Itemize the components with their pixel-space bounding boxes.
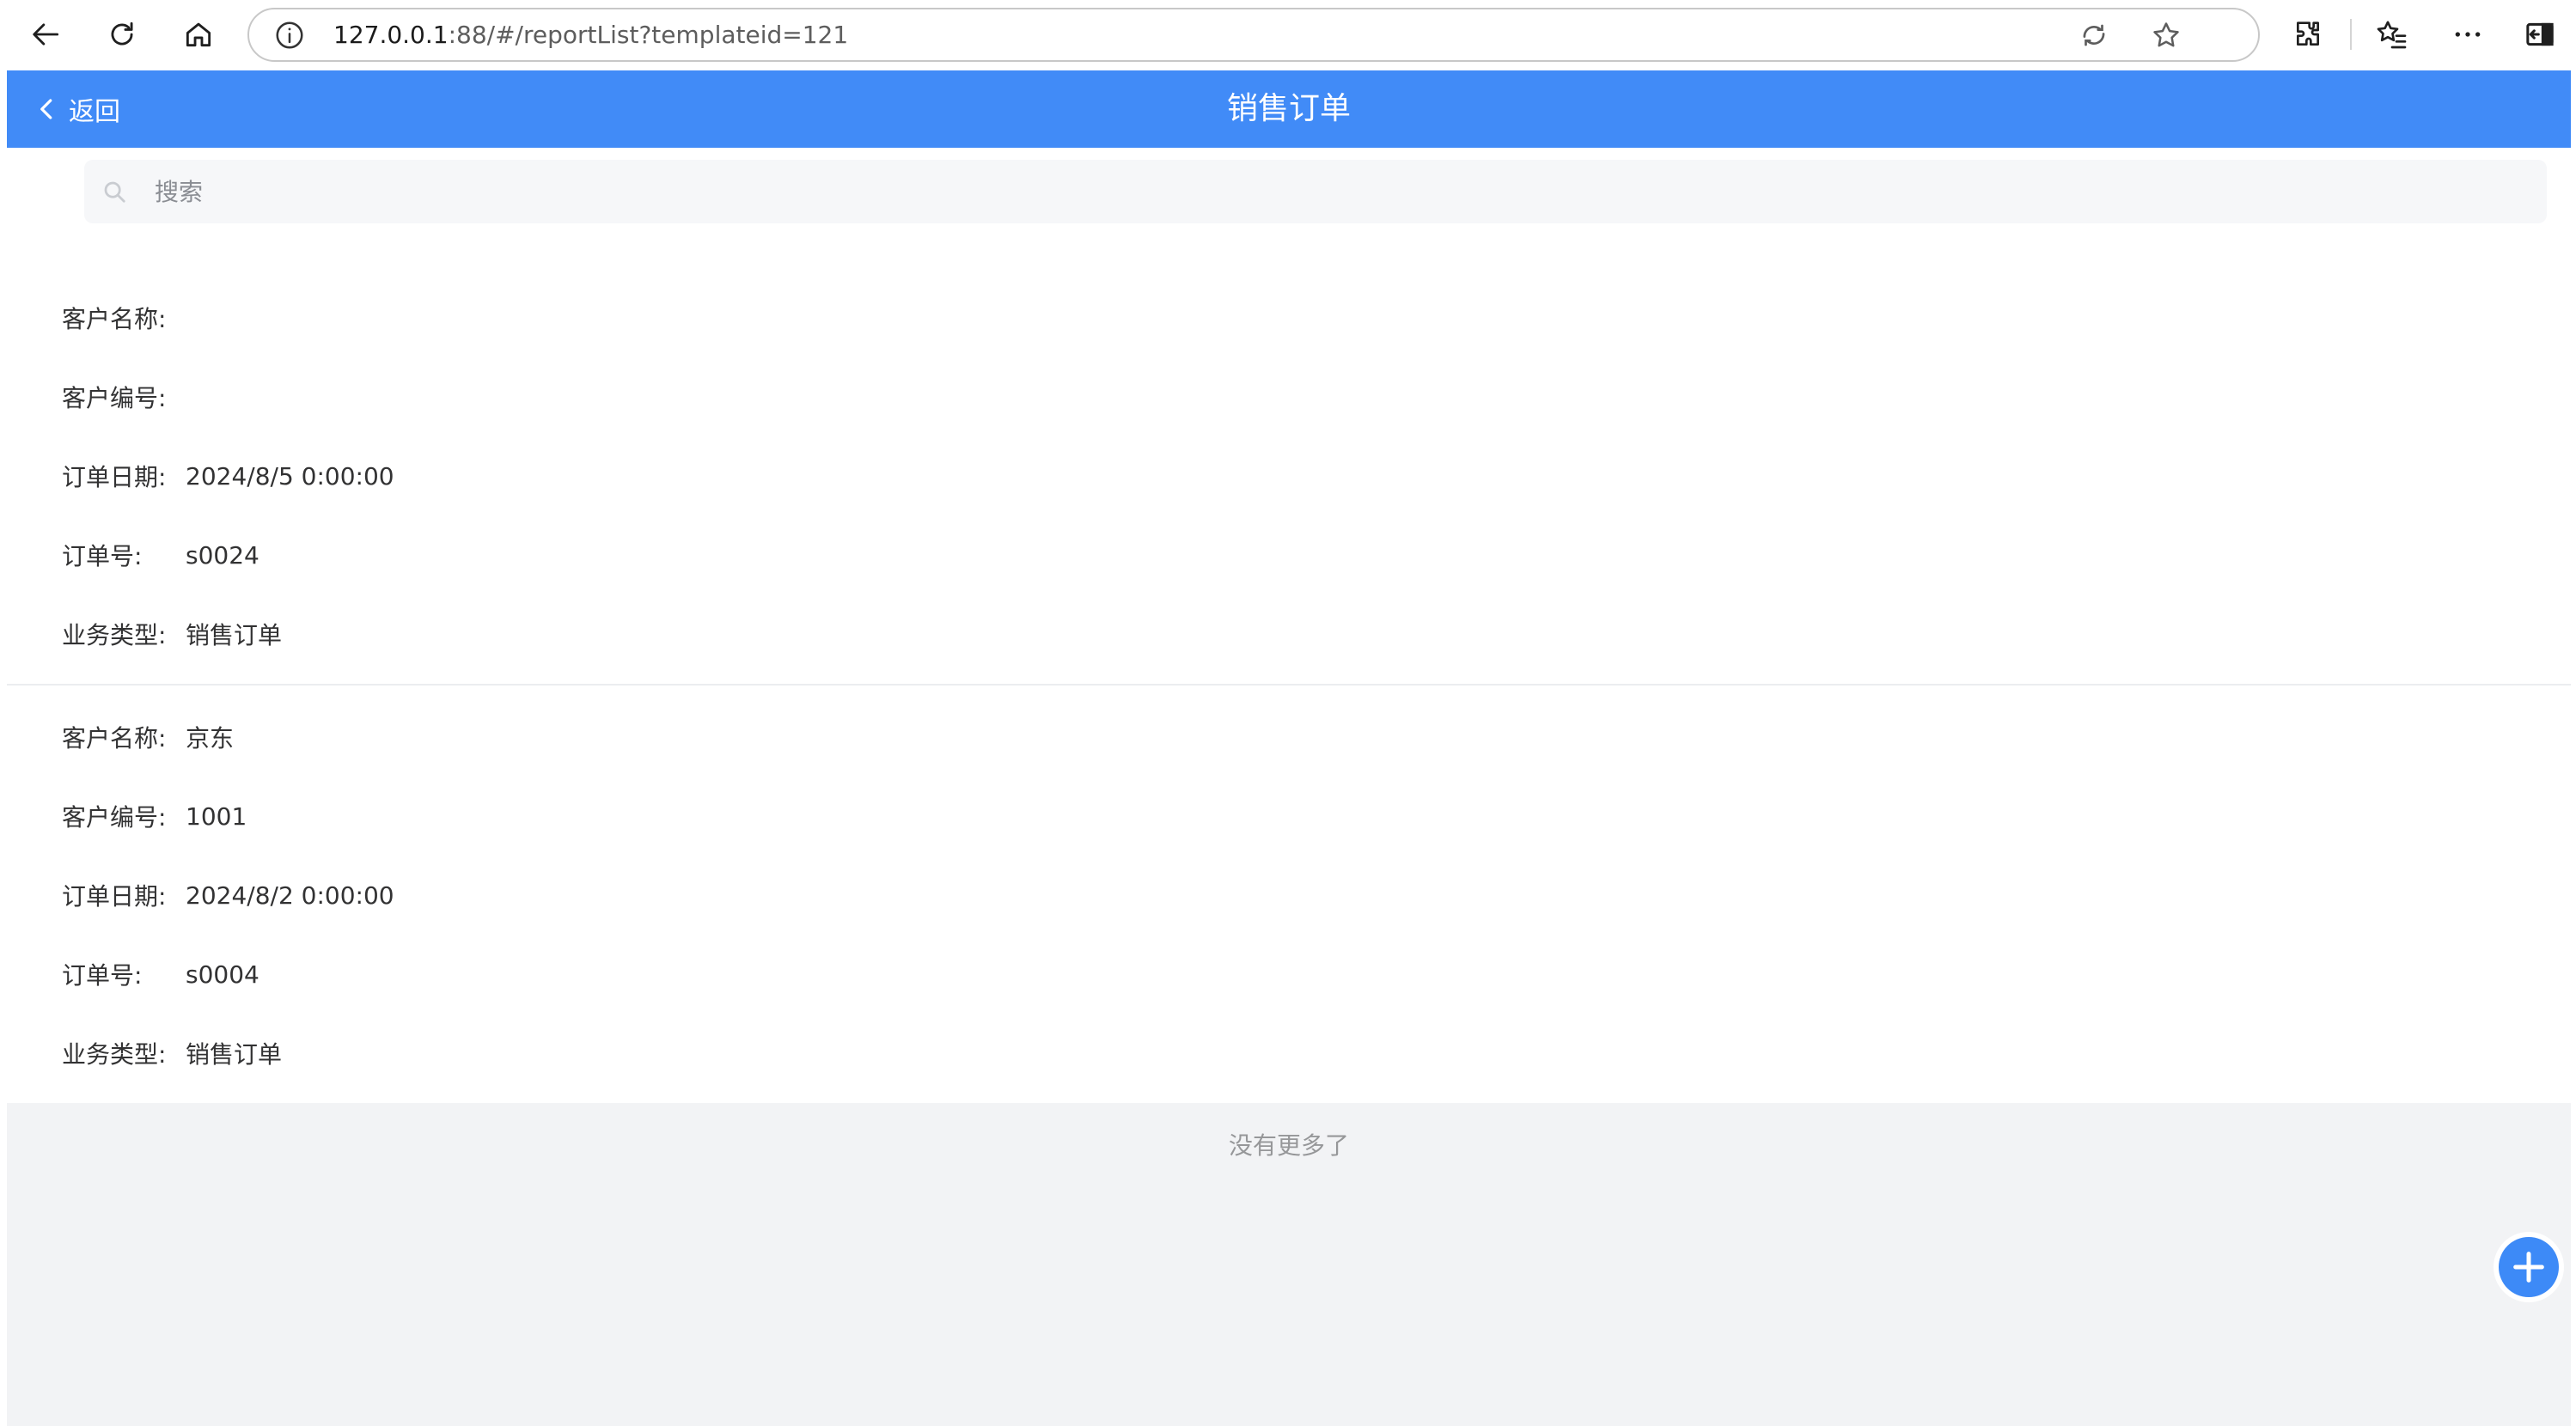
search-icon xyxy=(104,181,125,203)
nav-bar: 返回 销售订单 xyxy=(7,70,2571,148)
field-value: 1001 xyxy=(186,801,247,831)
order-field-row: 客户名称: 京东 xyxy=(7,698,2571,777)
url-text[interactable]: 127.0.0.1:88/#/reportList?templateid=121 xyxy=(333,9,848,60)
order-list: 客户名称: 客户编号: 订单日期: 2024/8/5 0:00:00 订单号: s0024… xyxy=(7,266,2571,1189)
address-bar[interactable]: 127.0.0.1:88/#/reportList?templateid=121 xyxy=(247,8,2260,62)
add-order-button[interactable] xyxy=(2499,1237,2559,1297)
order-field-row: 订单日期: 2024/8/5 0:00:00 xyxy=(7,436,2571,515)
order-card[interactable]: 客户名称: 京东客户编号: 1001 订单日期: 2024/8/2 0:00:00 订单号… xyxy=(7,684,2571,1103)
search-box[interactable] xyxy=(84,160,2547,223)
field-label: 订单日期: xyxy=(62,882,167,911)
order-field-row: 客户名称: xyxy=(7,278,2571,357)
field-label: 订单日期: xyxy=(62,463,167,491)
sidebar-toggle-icon[interactable] xyxy=(2523,17,2557,52)
order-field-row: 客户编号: xyxy=(7,357,2571,436)
field-value: 销售订单 xyxy=(186,1040,283,1069)
plus-icon xyxy=(2513,1252,2544,1283)
home-icon[interactable] xyxy=(174,10,223,58)
order-field-row: 业务类型: 销售订单 xyxy=(7,594,2571,673)
back-arrow-icon[interactable] xyxy=(22,10,70,58)
field-label: 订单号: xyxy=(62,542,143,570)
tracking-prevention-icon[interactable] xyxy=(2078,19,2110,52)
favorites-list-icon[interactable] xyxy=(2375,17,2409,52)
field-value: 京东 xyxy=(186,724,235,753)
field-label: 客户名称: xyxy=(62,305,167,333)
field-label: 业务类型: xyxy=(62,621,167,649)
refresh-icon[interactable] xyxy=(98,10,146,58)
field-value: s0004 xyxy=(186,960,259,989)
order-field-row: 客户编号: 1001 xyxy=(7,777,2571,856)
order-field-row: 订单号: s0024 xyxy=(7,515,2571,594)
field-label: 客户编号: xyxy=(62,384,167,412)
field-label: 客户名称: xyxy=(62,724,167,753)
no-more-indicator: 没有更多了 xyxy=(1228,1131,1349,1160)
browser-toolbar: 127.0.0.1:88/#/reportList?templateid=121 xyxy=(0,0,2576,69)
field-label: 客户编号: xyxy=(62,803,167,832)
app-page: 返回 销售订单 客户名称:客户编号:订单日期:2024/8/5 0:00:00订… xyxy=(7,70,2571,1426)
favorite-star-icon[interactable] xyxy=(2150,19,2182,52)
toolbar-separator xyxy=(2350,19,2352,50)
extensions-puzzle-icon[interactable] xyxy=(2291,17,2325,52)
search-input[interactable] xyxy=(153,160,2524,223)
field-label: 业务类型: xyxy=(62,1040,167,1069)
more-options-icon[interactable] xyxy=(2451,17,2485,52)
order-field-row: 业务类型: 销售订单 xyxy=(7,1014,2571,1093)
order-card[interactable]: 客户名称: 客户编号: 订单日期: 2024/8/5 0:00:00 订单号: s0024… xyxy=(7,266,2571,684)
order-field-row: 订单日期: 2024/8/2 0:00:00 xyxy=(7,856,2571,935)
field-value: 2024/8/2 0:00:00 xyxy=(186,881,394,910)
site-info-icon[interactable] xyxy=(273,19,306,52)
page-title: 销售订单 xyxy=(1226,91,1351,126)
field-value: 2024/8/5 0:00:00 xyxy=(186,461,394,491)
field-value: 销售订单 xyxy=(186,621,283,649)
order-field-row: 订单号: s0004 xyxy=(7,935,2571,1014)
field-label: 订单号: xyxy=(62,961,143,990)
field-value: s0024 xyxy=(186,540,259,570)
